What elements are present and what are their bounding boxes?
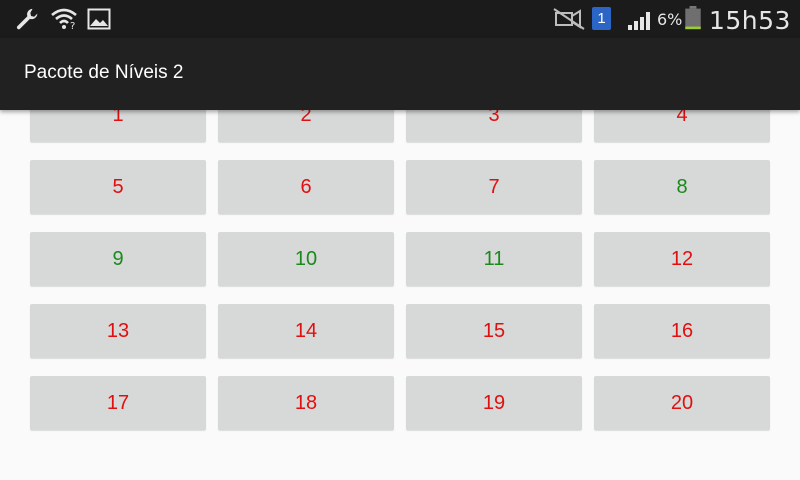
level-button-3[interactable]: 3	[406, 110, 582, 142]
level-button-4[interactable]: 4	[594, 110, 770, 142]
status-bar: ? 1 6% 15h53	[0, 0, 800, 38]
sim-icon: 1	[592, 7, 611, 30]
level-button-19[interactable]: 19	[406, 376, 582, 430]
wifi-icon: ?	[51, 8, 77, 31]
level-grid-scroll[interactable]: 1 2 3 4 5 6 7 8 9 10 11 12 13 14 15 16 17 18 19 20	[0, 110, 800, 480]
level-button-9[interactable]: 9	[30, 232, 206, 286]
battery-icon	[685, 6, 701, 30]
level-button-13[interactable]: 13	[30, 304, 206, 358]
mute-icon	[553, 8, 585, 30]
level-button-7[interactable]: 7	[406, 160, 582, 214]
level-button-20[interactable]: 20	[594, 376, 770, 430]
image-icon	[87, 8, 111, 30]
clock: 15h53	[709, 6, 791, 35]
action-bar: Pacote de Níveis 2	[0, 38, 800, 110]
level-button-2[interactable]: 2	[218, 110, 394, 142]
level-button-1[interactable]: 1	[30, 110, 206, 142]
level-button-16[interactable]: 16	[594, 304, 770, 358]
wrench-icon	[16, 8, 38, 30]
page-title: Pacote de Níveis 2	[24, 62, 184, 83]
level-button-10[interactable]: 10	[218, 232, 394, 286]
level-button-12[interactable]: 12	[594, 232, 770, 286]
battery-percent: 6%	[657, 10, 683, 29]
svg-text:?: ?	[70, 21, 75, 31]
level-button-5[interactable]: 5	[30, 160, 206, 214]
level-button-15[interactable]: 15	[406, 304, 582, 358]
signal-icon	[628, 12, 650, 30]
level-button-6[interactable]: 6	[218, 160, 394, 214]
level-button-8[interactable]: 8	[594, 160, 770, 214]
level-button-17[interactable]: 17	[30, 376, 206, 430]
level-button-11[interactable]: 11	[406, 232, 582, 286]
level-button-18[interactable]: 18	[218, 376, 394, 430]
level-button-14[interactable]: 14	[218, 304, 394, 358]
